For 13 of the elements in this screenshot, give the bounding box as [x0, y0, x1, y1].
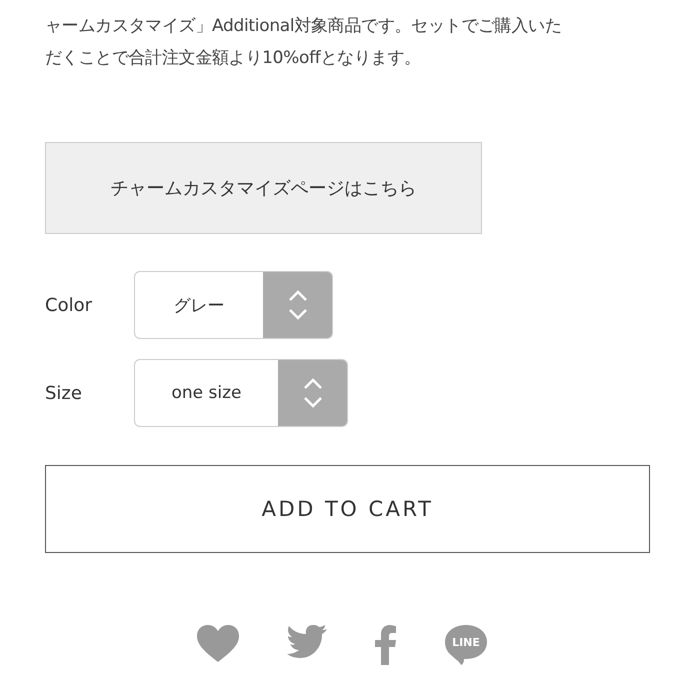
add-to-cart-button[interactable]: ADD TO CART: [45, 465, 650, 553]
option-select[interactable]: グレー: [134, 271, 333, 339]
option-select[interactable]: one size: [134, 359, 348, 427]
option-label: Color: [45, 294, 93, 316]
heart-icon[interactable]: [197, 625, 239, 663]
description-text: ャームカスタマイズ」Additional対象商品です。セットでご購入いた: [45, 15, 563, 38]
description-text: だくことで合計注文金額より10%offとなります。: [45, 47, 422, 70]
bird-icon[interactable]: [287, 625, 327, 659]
letter-f-icon[interactable]: [375, 625, 397, 665]
option-label: Size: [45, 382, 83, 404]
chevron-up-down-icon: [302, 376, 324, 410]
customize-page-button[interactable]: チャームカスタマイズページはこちら: [45, 142, 482, 234]
chevron-up-down-icon: [286, 288, 308, 322]
